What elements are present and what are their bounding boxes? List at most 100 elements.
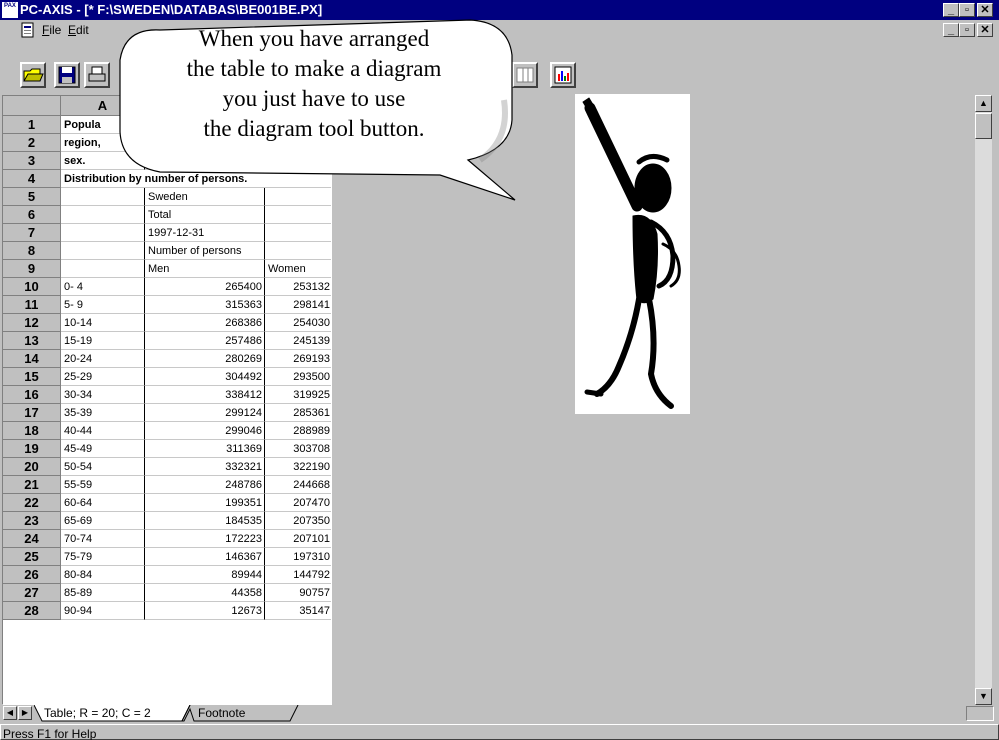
cell-b[interactable]: Number of persons bbox=[145, 242, 265, 260]
cell-c[interactable]: 298141 bbox=[265, 296, 331, 314]
cell-b[interactable]: 280269 bbox=[145, 350, 265, 368]
cell-b[interactable]: Total bbox=[145, 206, 265, 224]
cell-a[interactable]: 30-34 bbox=[61, 386, 145, 404]
cell-a[interactable]: 55-59 bbox=[61, 476, 145, 494]
cell-c[interactable]: 322190 bbox=[265, 458, 331, 476]
scroll-thumb[interactable] bbox=[975, 113, 992, 139]
cell-c[interactable]: 319925 bbox=[265, 386, 331, 404]
scroll-down-button[interactable]: ▼ bbox=[975, 688, 992, 705]
doc-maximize-button[interactable]: ▫ bbox=[959, 23, 975, 37]
cell-b[interactable]: Sweden bbox=[145, 188, 265, 206]
cell-b[interactable]: 248786 bbox=[145, 476, 265, 494]
cell-b[interactable]: 12673 bbox=[145, 602, 265, 620]
cell-a[interactable]: 70-74 bbox=[61, 530, 145, 548]
row-header[interactable]: 26 bbox=[3, 566, 61, 584]
cell-a[interactable]: 0- 4 bbox=[61, 278, 145, 296]
cell-a[interactable]: 50-54 bbox=[61, 458, 145, 476]
cell-b[interactable]: 199351 bbox=[145, 494, 265, 512]
cell-c[interactable]: 207350 bbox=[265, 512, 331, 530]
save-button[interactable] bbox=[54, 62, 80, 88]
row-header[interactable]: 28 bbox=[3, 602, 61, 620]
cell-c[interactable]: 207470 bbox=[265, 494, 331, 512]
cell-c[interactable] bbox=[265, 188, 331, 206]
tab-next-button[interactable]: ▶ bbox=[18, 706, 32, 720]
cell-a[interactable] bbox=[61, 260, 145, 278]
cell-a[interactable]: 5- 9 bbox=[61, 296, 145, 314]
cell-b[interactable]: 332321 bbox=[145, 458, 265, 476]
cell-c[interactable]: 254030 bbox=[265, 314, 331, 332]
row-header[interactable]: 23 bbox=[3, 512, 61, 530]
cell-b[interactable]: 268386 bbox=[145, 314, 265, 332]
cell-a[interactable]: 80-84 bbox=[61, 566, 145, 584]
cell-c[interactable]: 253132 bbox=[265, 278, 331, 296]
cell-b[interactable]: 257486 bbox=[145, 332, 265, 350]
doc-minimize-button[interactable]: _ bbox=[943, 23, 959, 37]
minimize-button[interactable]: _ bbox=[943, 3, 959, 17]
cell-a[interactable]: 25-29 bbox=[61, 368, 145, 386]
cell-b[interactable]: 172223 bbox=[145, 530, 265, 548]
row-header[interactable]: 12 bbox=[3, 314, 61, 332]
row-header[interactable]: 27 bbox=[3, 584, 61, 602]
row-header[interactable]: 9 bbox=[3, 260, 61, 278]
cell-a[interactable]: 85-89 bbox=[61, 584, 145, 602]
cell-c[interactable]: 285361 bbox=[265, 404, 331, 422]
document-icon[interactable] bbox=[20, 22, 36, 38]
cell-b[interactable]: 338412 bbox=[145, 386, 265, 404]
row-header[interactable]: 13 bbox=[3, 332, 61, 350]
row-header[interactable]: 5 bbox=[3, 188, 61, 206]
cell-c[interactable]: Women bbox=[265, 260, 331, 278]
cell-b-empty[interactable] bbox=[145, 152, 331, 170]
cell-b[interactable]: Men bbox=[145, 260, 265, 278]
cell-c[interactable]: 288989 bbox=[265, 422, 331, 440]
print-button[interactable] bbox=[84, 62, 110, 88]
scroll-up-button[interactable]: ▲ bbox=[975, 95, 992, 112]
cell-a[interactable] bbox=[61, 188, 145, 206]
cell-c[interactable]: 144792 bbox=[265, 566, 331, 584]
row-header[interactable]: 2 bbox=[3, 134, 61, 152]
cell-b[interactable]: 315363 bbox=[145, 296, 265, 314]
cell-a[interactable] bbox=[61, 206, 145, 224]
row-header[interactable]: 19 bbox=[3, 440, 61, 458]
row-header[interactable]: 22 bbox=[3, 494, 61, 512]
diagram-button[interactable] bbox=[550, 62, 576, 88]
cell-a[interactable]: 65-69 bbox=[61, 512, 145, 530]
row-header[interactable]: 20 bbox=[3, 458, 61, 476]
cell-b[interactable]: 184535 bbox=[145, 512, 265, 530]
row-header[interactable]: 3 bbox=[3, 152, 61, 170]
cell-a[interactable]: 90-94 bbox=[61, 602, 145, 620]
corner-cell[interactable] bbox=[3, 96, 61, 116]
cell-a[interactable] bbox=[61, 224, 145, 242]
cell-a[interactable]: 10-14 bbox=[61, 314, 145, 332]
title-bar[interactable]: PAX PC-AXIS - [* F:\SWEDEN\DATABAS\BE001… bbox=[0, 0, 999, 20]
row-header[interactable]: 11 bbox=[3, 296, 61, 314]
cell-a[interactable]: 15-19 bbox=[61, 332, 145, 350]
cell-a[interactable]: 45-49 bbox=[61, 440, 145, 458]
data-grid[interactable]: A 1 Popula 2 region, 3 sex. 4 Distribution by n… bbox=[2, 95, 332, 705]
cell-c[interactable]: 90757 bbox=[265, 584, 331, 602]
row-header[interactable]: 7 bbox=[3, 224, 61, 242]
columns-button[interactable] bbox=[512, 62, 538, 88]
row-header[interactable]: 4 bbox=[3, 170, 61, 188]
cell-c[interactable] bbox=[265, 206, 331, 224]
app-icon[interactable]: PAX bbox=[2, 2, 18, 18]
row-header[interactable]: 16 bbox=[3, 386, 61, 404]
row-header[interactable]: 24 bbox=[3, 530, 61, 548]
close-button[interactable]: ✕ bbox=[977, 3, 993, 17]
cell-b[interactable]: 89944 bbox=[145, 566, 265, 584]
cell-c[interactable]: 35147 bbox=[265, 602, 331, 620]
cell-c[interactable]: 197310 bbox=[265, 548, 331, 566]
row-header[interactable]: 17 bbox=[3, 404, 61, 422]
menu-edit[interactable]: Edit bbox=[68, 23, 89, 37]
cell-c[interactable]: 303708 bbox=[265, 440, 331, 458]
row-header[interactable]: 15 bbox=[3, 368, 61, 386]
cell-a[interactable]: 40-44 bbox=[61, 422, 145, 440]
row-header[interactable]: 6 bbox=[3, 206, 61, 224]
tab-footnote[interactable]: Footnote bbox=[198, 705, 245, 722]
doc-close-button[interactable]: ✕ bbox=[977, 23, 993, 37]
row-header[interactable]: 25 bbox=[3, 548, 61, 566]
open-button[interactable] bbox=[20, 62, 46, 88]
cell-c[interactable] bbox=[265, 242, 331, 260]
cell-a[interactable]: 20-24 bbox=[61, 350, 145, 368]
cell-a[interactable]: Distribution by number of persons. bbox=[61, 170, 331, 188]
cell-b[interactable]: 265400 bbox=[145, 278, 265, 296]
